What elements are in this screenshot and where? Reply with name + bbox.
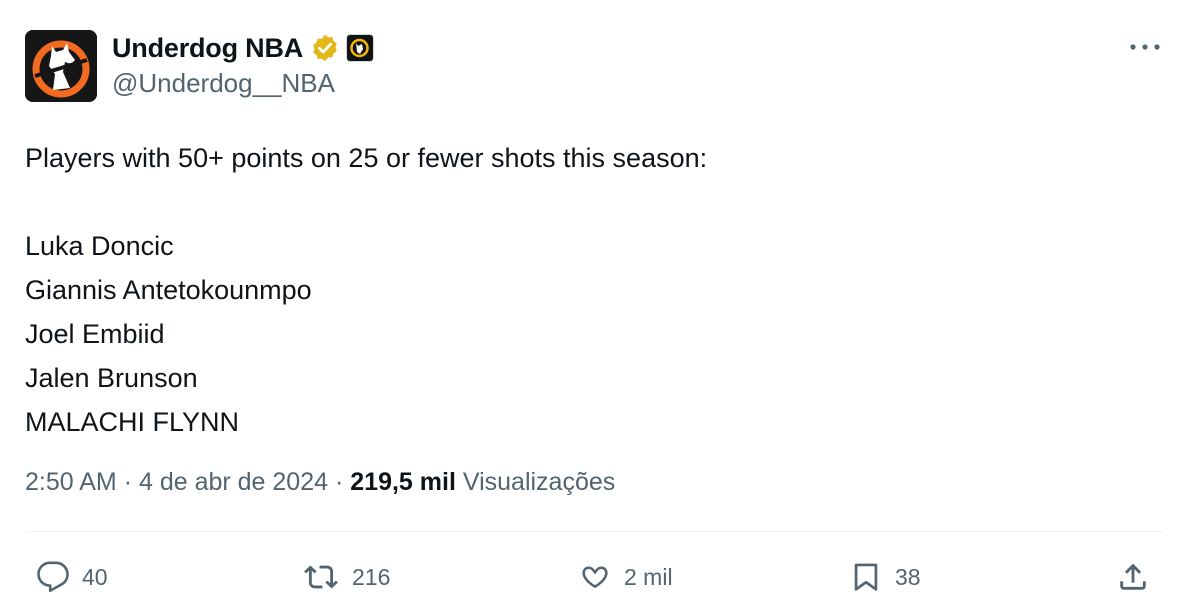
reply-button[interactable]: 40 xyxy=(36,552,108,602)
avatar[interactable] xyxy=(25,30,97,102)
tweet: Underdog NBA @Underdog__NBA Players with… xyxy=(0,0,1188,611)
bookmark-count: 38 xyxy=(895,563,921,590)
share-button[interactable] xyxy=(1116,552,1150,602)
display-name[interactable]: Underdog NBA xyxy=(112,33,303,64)
retweet-button[interactable]: 216 xyxy=(302,552,390,602)
retweet-icon xyxy=(304,565,338,589)
tweet-date[interactable]: 4 de abr de 2024 xyxy=(139,468,328,496)
player-line: Joel Embiid xyxy=(25,319,165,349)
player-line: Luka Doncic xyxy=(25,231,174,261)
tweet-meta: 2:50 AM · 4 de abr de 2024 · 219,5 mil V… xyxy=(25,468,615,497)
heart-icon xyxy=(582,566,608,589)
name-row: Underdog NBA xyxy=(112,30,375,66)
player-line: Jalen Brunson xyxy=(25,363,198,393)
views-count: 219,5 mil xyxy=(350,468,456,496)
divider xyxy=(25,531,1164,532)
meta-separator: · xyxy=(123,468,139,496)
like-button[interactable]: 2 mil xyxy=(578,552,673,602)
player-line: MALACHI FLYNN xyxy=(25,407,240,437)
author-block: Underdog NBA @Underdog__NBA xyxy=(112,30,375,99)
player-line: Giannis Antetokounmpo xyxy=(25,275,312,305)
tweet-text: Players with 50+ points on 25 or fewer s… xyxy=(25,136,1125,444)
share-icon xyxy=(1120,563,1146,590)
tweet-time[interactable]: 2:50 AM xyxy=(25,468,117,496)
more-options-button[interactable] xyxy=(1128,40,1162,54)
bookmark-button[interactable]: 38 xyxy=(849,552,921,602)
underdog-dog-logo-icon xyxy=(25,30,97,102)
verified-badge-icon[interactable] xyxy=(310,33,340,63)
bookmark-icon xyxy=(854,563,878,591)
author-handle[interactable]: @Underdog__NBA xyxy=(112,68,374,99)
like-count: 2 mil xyxy=(624,563,673,590)
action-bar: 40 216 2 mil 38 xyxy=(0,552,1188,602)
affiliate-badge-icon[interactable] xyxy=(346,34,375,62)
meta-separator: · xyxy=(334,468,351,496)
reply-icon xyxy=(37,561,69,593)
more-dots-icon xyxy=(1130,44,1160,50)
views-label: Visualizações xyxy=(462,468,616,496)
retweet-count: 216 xyxy=(352,563,391,590)
reply-count: 40 xyxy=(82,563,108,590)
tweet-headline: Players with 50+ points on 25 or fewer s… xyxy=(25,143,708,173)
